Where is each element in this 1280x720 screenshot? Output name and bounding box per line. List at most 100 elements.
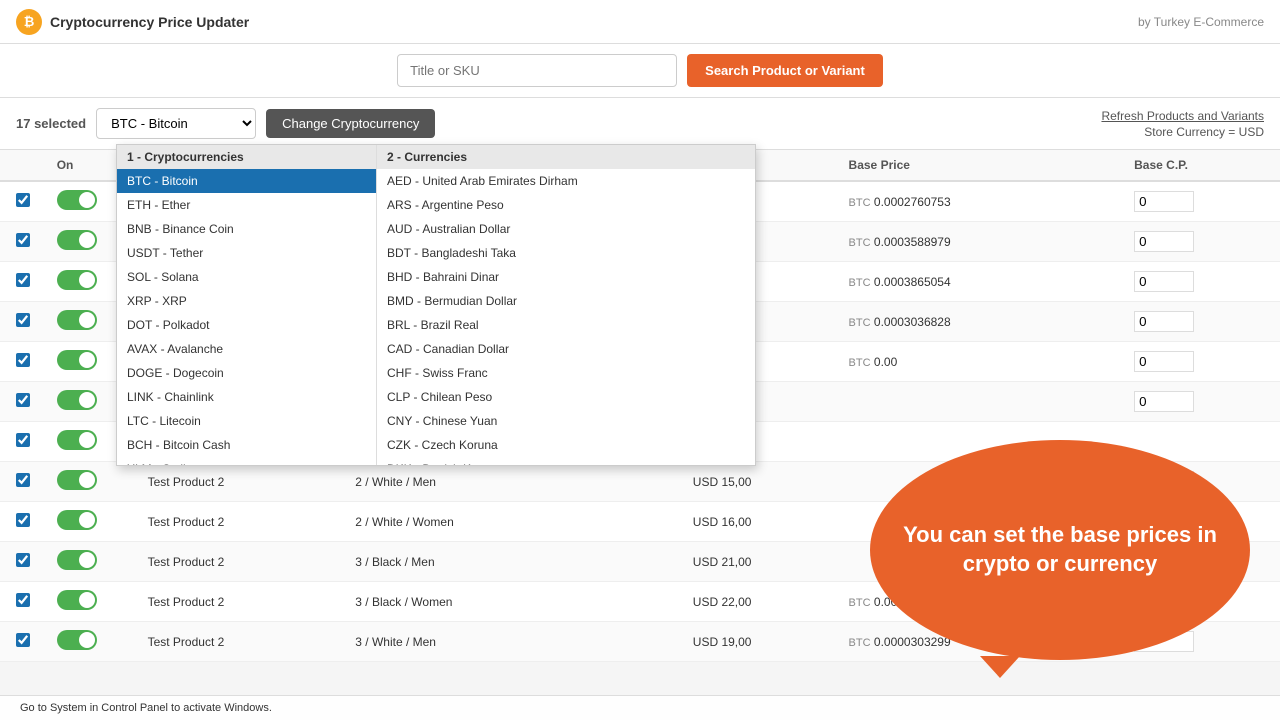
row-base-price: BTC 0.0003036828 [839,302,1125,342]
crypto-select[interactable]: BTC - Bitcoin [96,108,256,139]
row-base-cp [1124,222,1280,262]
crypto-item-eth[interactable]: ETH - Ether [117,193,376,217]
toolbar-right: Refresh Products and Variants Store Curr… [1101,108,1264,139]
row-base-price [839,382,1125,422]
windows-notice: Go to System in Control Panel to activat… [0,695,1280,720]
row-checkbox[interactable] [16,193,30,207]
app-logo: ₿ [16,9,42,35]
row-toggle[interactable] [57,350,97,370]
row-toggle[interactable] [57,590,97,610]
tooltip-bubble: You can set the base prices in crypto or… [870,440,1250,660]
currency-item-chf[interactable]: CHF - Swiss Franc [377,361,755,385]
tooltip-text: You can set the base prices in crypto or… [870,501,1250,598]
row-checkbox[interactable] [16,553,30,567]
row-sku [579,622,683,662]
crypto-item-dot[interactable]: DOT - Polkadot [117,313,376,337]
crypto-item-xrp[interactable]: XRP - XRP [117,289,376,313]
row-variant: 2 / White / Men [345,462,579,502]
row-base-cp [1124,262,1280,302]
row-checkbox[interactable] [16,393,30,407]
currency-item-bhd[interactable]: BHD - Bahraini Dinar [377,265,755,289]
row-toggle[interactable] [57,470,97,490]
base-cp-input[interactable] [1134,231,1194,252]
row-toggle[interactable] [57,390,97,410]
row-base-price: BTC 0.0002760753 [839,181,1125,222]
app-title: Cryptocurrency Price Updater [50,14,249,30]
row-checkbox[interactable] [16,593,30,607]
currency-item-clp[interactable]: CLP - Chilean Peso [377,385,755,409]
crypto-item-ltc[interactable]: LTC - Litecoin [117,409,376,433]
row-toggle[interactable] [57,190,97,210]
row-checkbox-cell [0,181,47,222]
dropdown-left: 1 - Cryptocurrencies BTC - Bitcoin ETH -… [117,145,377,465]
search-input[interactable] [397,54,677,87]
row-toggle[interactable] [57,310,97,330]
base-cp-input[interactable] [1134,271,1194,292]
selected-count: 17 selected [16,116,86,131]
store-currency: Store Currency = USD [1101,125,1264,139]
row-checkbox[interactable] [16,473,30,487]
row-sku [579,462,683,502]
row-toggle[interactable] [57,430,97,450]
row-checkbox[interactable] [16,353,30,367]
row-store-price: USD 22,00 [683,582,839,622]
header-left: ₿ Cryptocurrency Price Updater [16,9,249,35]
row-sku [579,542,683,582]
row-sku [579,502,683,542]
toolbar-left: 17 selected BTC - Bitcoin Change Cryptoc… [16,108,435,139]
header: ₿ Cryptocurrency Price Updater by Turkey… [0,0,1280,44]
row-toggle[interactable] [57,230,97,250]
change-cryptocurrency-button[interactable]: Change Cryptocurrency [266,109,435,138]
refresh-link[interactable]: Refresh Products and Variants [1101,109,1264,123]
row-product: Test Product 2 [138,582,346,622]
crypto-item-bnb[interactable]: BNB - Binance Coin [117,217,376,241]
row-product: Test Product 2 [138,502,346,542]
windows-notice-text: Go to System in Control Panel to activat… [20,702,272,714]
row-checkbox[interactable] [16,273,30,287]
crypto-item-usdt[interactable]: USDT - Tether [117,241,376,265]
base-cp-input[interactable] [1134,311,1194,332]
base-cp-input[interactable] [1134,191,1194,212]
row-base-cp [1124,181,1280,222]
base-cp-input[interactable] [1134,391,1194,412]
currency-item-ars[interactable]: ARS - Argentine Peso [377,193,755,217]
base-cp-input[interactable] [1134,351,1194,372]
crypto-item-xlm[interactable]: XLM - Stellar [117,457,376,465]
row-checkbox[interactable] [16,313,30,327]
row-base-cp [1124,302,1280,342]
row-product: Test Product 2 [138,622,346,662]
currency-item-dkk[interactable]: DKK - Danish Krone [377,457,755,465]
currency-item-cny[interactable]: CNY - Chinese Yuan [377,409,755,433]
crypto-item-avax[interactable]: AVAX - Avalanche [117,337,376,361]
currency-item-cad[interactable]: CAD - Canadian Dollar [377,337,755,361]
currency-item-aud[interactable]: AUD - Australian Dollar [377,217,755,241]
search-button[interactable]: Search Product or Variant [687,54,883,87]
crypto-item-link[interactable]: LINK - Chainlink [117,385,376,409]
crypto-item-btc[interactable]: BTC - Bitcoin [117,169,376,193]
currency-item-brl[interactable]: BRL - Brazil Real [377,313,755,337]
col-base-price-header: Base Price [839,150,1125,181]
crypto-dropdown: 1 - Cryptocurrencies BTC - Bitcoin ETH -… [116,144,756,466]
row-toggle[interactable] [57,270,97,290]
crypto-item-sol[interactable]: SOL - Solana [117,265,376,289]
row-variant: 3 / Black / Men [345,542,579,582]
row-store-price: USD 19,00 [683,622,839,662]
row-toggle[interactable] [57,510,97,530]
row-toggle[interactable] [57,550,97,570]
crypto-item-doge[interactable]: DOGE - Dogecoin [117,361,376,385]
row-toggle[interactable] [57,630,97,650]
row-store-price: USD 21,00 [683,542,839,582]
row-base-cp [1124,382,1280,422]
toolbar: 17 selected BTC - Bitcoin Change Cryptoc… [0,98,1280,150]
crypto-item-bch[interactable]: BCH - Bitcoin Cash [117,433,376,457]
row-checkbox[interactable] [16,433,30,447]
row-checkbox[interactable] [16,513,30,527]
currency-item-czk[interactable]: CZK - Czech Koruna [377,433,755,457]
col-base-cp-header: Base C.P. [1124,150,1280,181]
currency-item-bmd[interactable]: BMD - Bermudian Dollar [377,289,755,313]
row-checkbox[interactable] [16,633,30,647]
row-product: Test Product 2 [138,462,346,502]
row-checkbox[interactable] [16,233,30,247]
currency-item-bdt[interactable]: BDT - Bangladeshi Taka [377,241,755,265]
currency-item-aed[interactable]: AED - United Arab Emirates Dirham [377,169,755,193]
